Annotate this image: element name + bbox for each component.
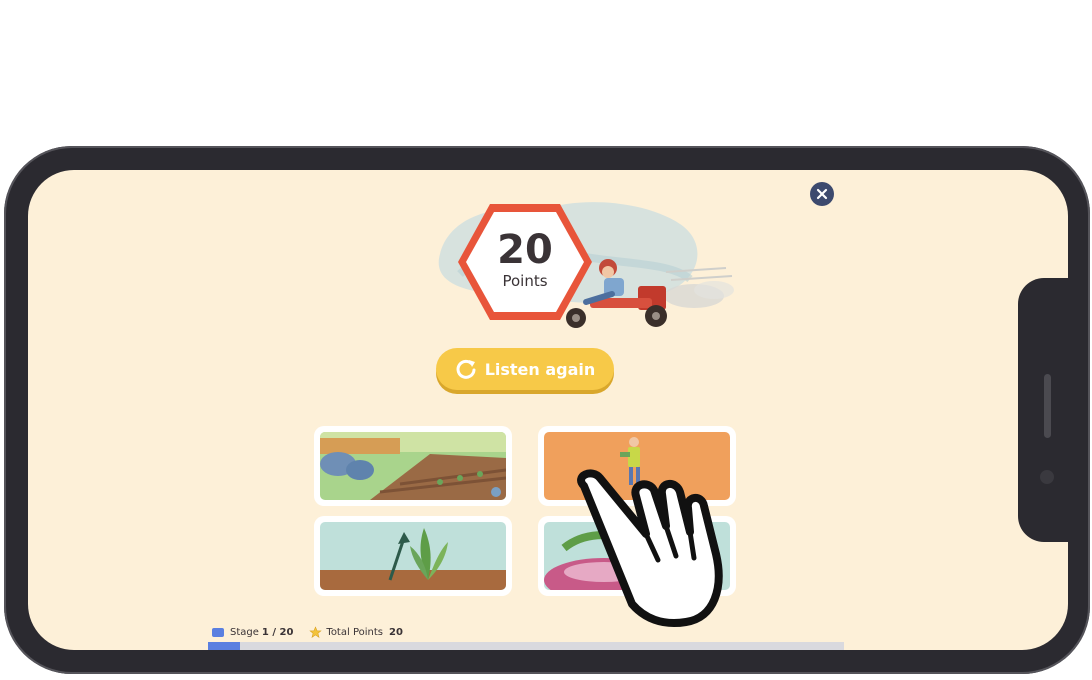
total-points-value: 20 <box>388 626 403 638</box>
garden-rows-image <box>320 432 506 500</box>
listen-again-button[interactable]: Listen again <box>436 348 614 390</box>
app-screen: 20 Points Listen again Stage 1 / 20 Tota… <box>28 170 1068 650</box>
answer-card-garden[interactable] <box>314 426 512 506</box>
stage-icon <box>212 627 224 637</box>
phone-notch <box>1018 278 1068 542</box>
stage-progress-bar <box>208 642 844 650</box>
star-icon <box>309 625 323 638</box>
total-points-label: Total Points <box>326 626 383 638</box>
close-icon <box>816 188 828 200</box>
go-kart-illustration <box>566 259 734 328</box>
stage-value: 1 / 20 <box>261 626 294 638</box>
listen-again-label: Listen again <box>484 359 596 379</box>
close-button[interactable] <box>810 182 834 206</box>
answer-card-growing[interactable] <box>314 516 512 596</box>
stage-label: Stage <box>230 626 259 638</box>
pointing-hand-icon <box>577 469 723 627</box>
plant-growing-image <box>320 522 506 590</box>
stage-progress-fill <box>208 642 240 650</box>
phone-speaker <box>1044 374 1051 438</box>
refresh-icon <box>456 359 476 379</box>
phone-camera <box>1040 470 1054 484</box>
stage-status: Stage 1 / 20 Total Points 20 <box>212 624 403 640</box>
